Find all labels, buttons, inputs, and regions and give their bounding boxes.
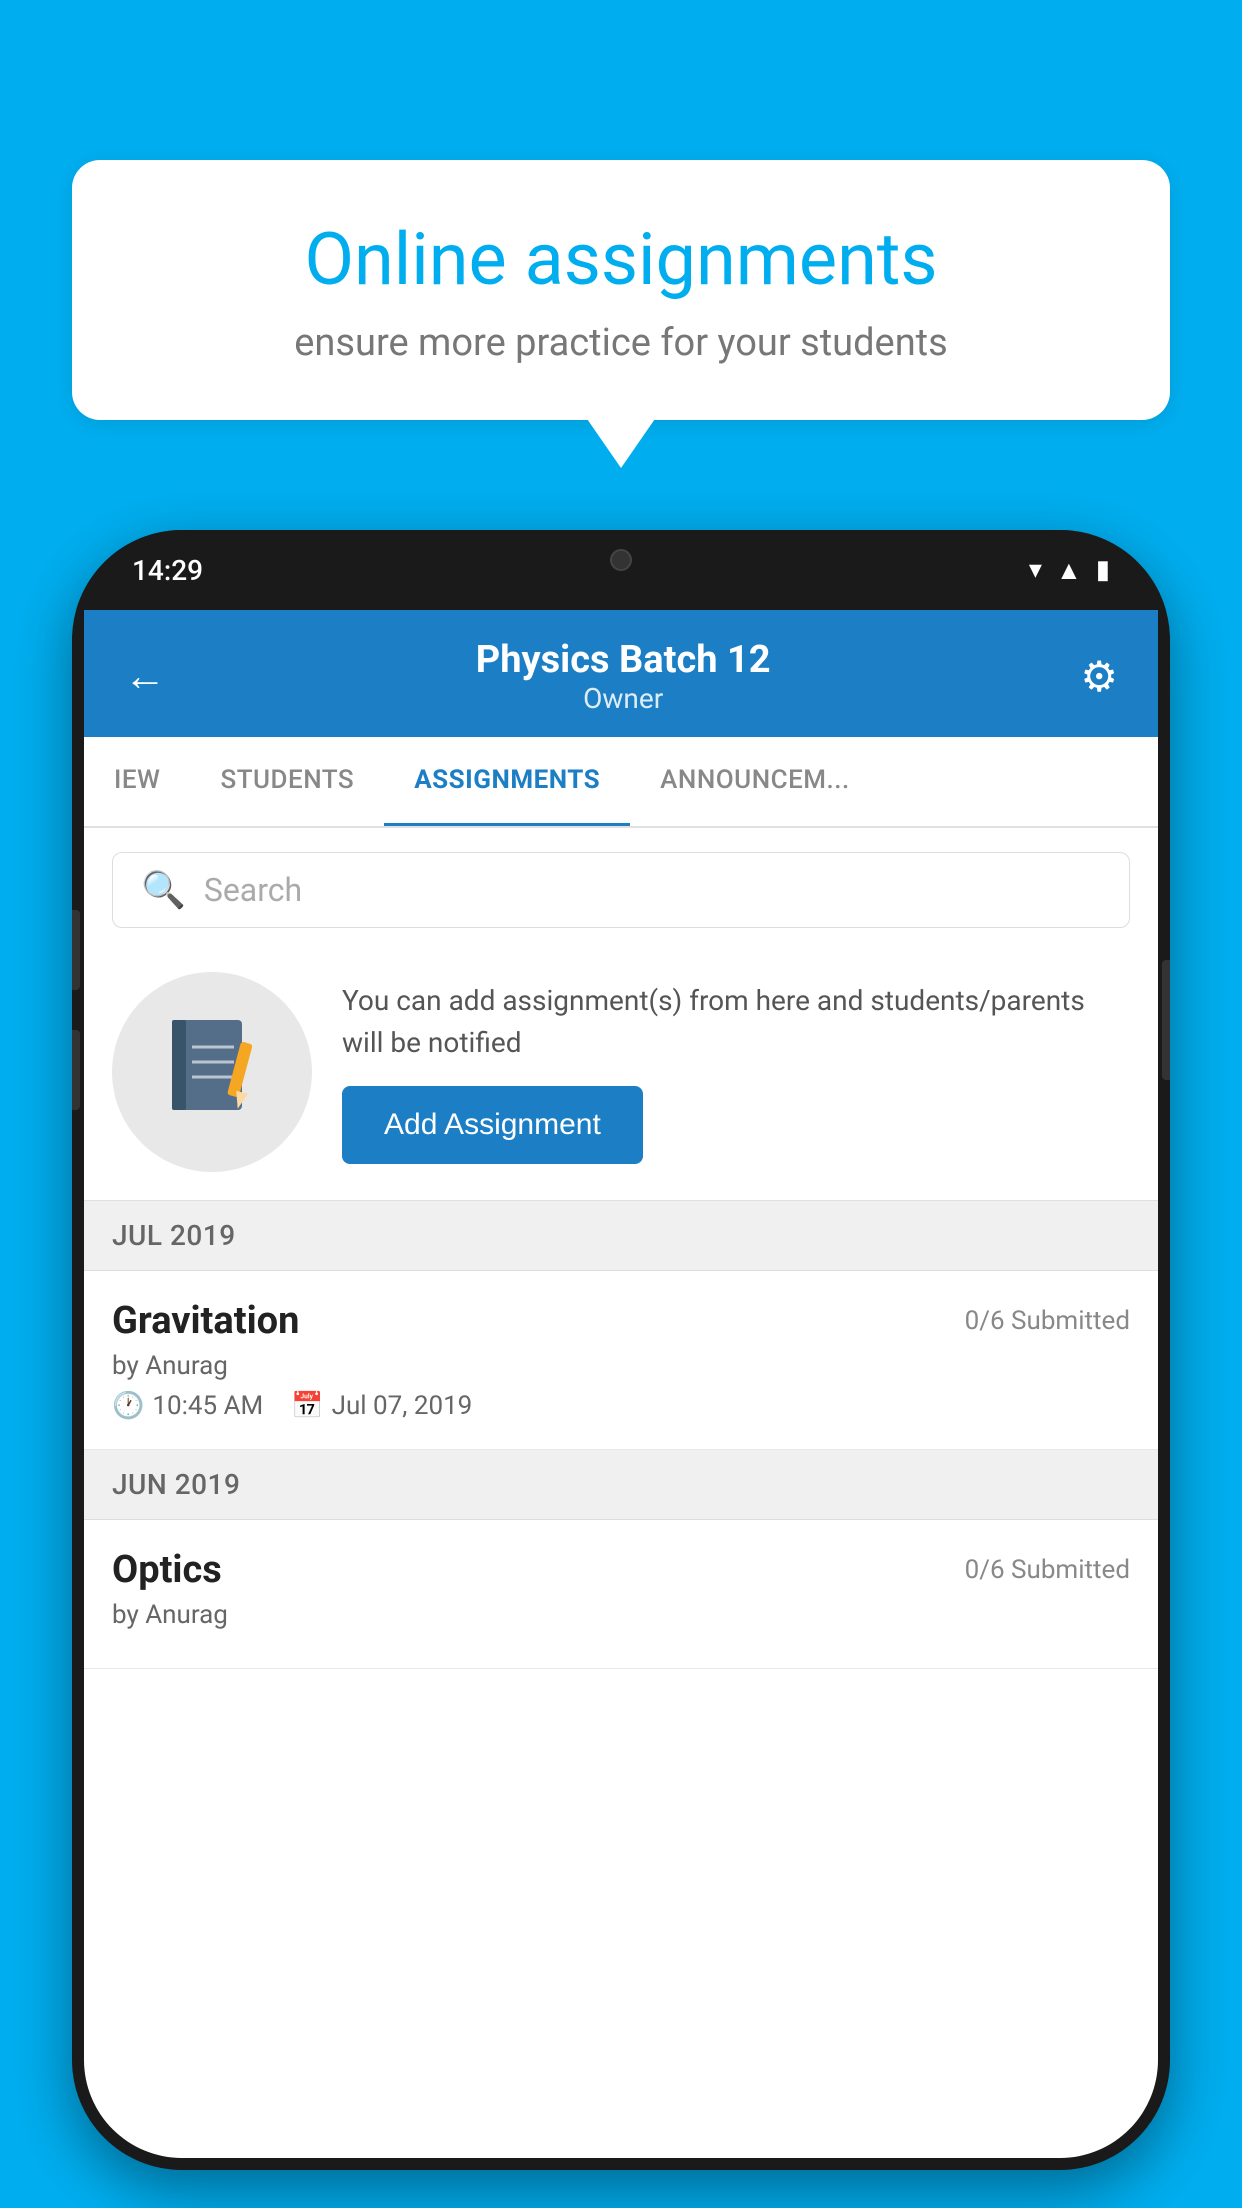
back-button[interactable]: ← bbox=[124, 652, 166, 701]
tab-assignments[interactable]: ASSIGNMENTS bbox=[384, 737, 630, 826]
phone-notch bbox=[531, 530, 711, 590]
speech-bubble: Online assignments ensure more practice … bbox=[72, 160, 1170, 420]
content-area: 🔍 Search bbox=[84, 828, 1158, 2158]
tab-students[interactable]: STUDENTS bbox=[190, 737, 384, 826]
assignment-date-value: Jul 07, 2019 bbox=[332, 1391, 473, 1421]
battery-icon: ▮ bbox=[1096, 555, 1110, 585]
assignment-submitted: 0/6 Submitted bbox=[965, 1306, 1130, 1336]
phone-frame: 14:29 ▾ ▲ ▮ ← Physics Batch 12 Owner ⚙ I… bbox=[72, 530, 1170, 2170]
assignment-row-top-optics: Optics 0/6 Submitted bbox=[112, 1548, 1130, 1592]
promo-icon-circle bbox=[112, 972, 312, 1172]
add-assignment-button[interactable]: Add Assignment bbox=[342, 1086, 643, 1164]
header-center: Physics Batch 12 Owner bbox=[166, 638, 1080, 715]
assignment-item-gravitation[interactable]: Gravitation 0/6 Submitted by Anurag 🕐 10… bbox=[84, 1271, 1158, 1450]
tabs-container: IEW STUDENTS ASSIGNMENTS ANNOUNCEM... bbox=[84, 737, 1158, 828]
calendar-icon: 📅 bbox=[291, 1391, 323, 1421]
signal-icon: ▲ bbox=[1056, 555, 1082, 586]
status-icons: ▾ ▲ ▮ bbox=[1029, 555, 1110, 586]
phone-screen: ← Physics Batch 12 Owner ⚙ IEW STUDENTS … bbox=[84, 610, 1158, 2158]
assignment-name-optics: Optics bbox=[112, 1548, 222, 1592]
assignment-time-value: 10:45 AM bbox=[152, 1391, 263, 1421]
assignment-meta: 🕐 10:45 AM 📅 Jul 07, 2019 bbox=[112, 1391, 1130, 1421]
assignment-item-optics[interactable]: Optics 0/6 Submitted by Anurag bbox=[84, 1520, 1158, 1669]
assignment-time: 🕐 10:45 AM bbox=[112, 1391, 263, 1421]
speech-bubble-container: Online assignments ensure more practice … bbox=[72, 160, 1170, 420]
assignment-by: by Anurag bbox=[112, 1351, 1130, 1381]
power-button bbox=[1162, 960, 1170, 1080]
tab-iew[interactable]: IEW bbox=[84, 737, 190, 826]
month-header-jun: JUN 2019 bbox=[84, 1450, 1158, 1520]
status-time: 14:29 bbox=[132, 554, 203, 587]
settings-icon[interactable]: ⚙ bbox=[1080, 652, 1118, 702]
bubble-title: Online assignments bbox=[142, 220, 1100, 299]
assignment-date: 📅 Jul 07, 2019 bbox=[291, 1391, 472, 1421]
search-placeholder: Search bbox=[204, 871, 302, 909]
header-subtitle: Owner bbox=[166, 682, 1080, 715]
clock-icon: 🕐 bbox=[112, 1391, 144, 1421]
search-bar[interactable]: 🔍 Search bbox=[112, 852, 1130, 928]
promo-section: You can add assignment(s) from here and … bbox=[84, 952, 1158, 1201]
camera-dot bbox=[610, 549, 632, 571]
assignment-row-top: Gravitation 0/6 Submitted bbox=[112, 1299, 1130, 1343]
status-bar: 14:29 ▾ ▲ ▮ bbox=[72, 530, 1170, 610]
assignment-by-optics: by Anurag bbox=[112, 1600, 1130, 1630]
tab-announcements[interactable]: ANNOUNCEM... bbox=[630, 737, 880, 826]
app-header: ← Physics Batch 12 Owner ⚙ bbox=[84, 610, 1158, 737]
assignment-name: Gravitation bbox=[112, 1299, 299, 1343]
search-icon: 🔍 bbox=[141, 869, 186, 911]
volume-down-button bbox=[72, 1030, 80, 1110]
wifi-icon: ▾ bbox=[1029, 555, 1042, 585]
promo-content: You can add assignment(s) from here and … bbox=[342, 980, 1130, 1164]
header-title: Physics Batch 12 bbox=[166, 638, 1080, 682]
notebook-svg-icon bbox=[162, 1012, 262, 1132]
promo-text: You can add assignment(s) from here and … bbox=[342, 980, 1130, 1064]
volume-up-button bbox=[72, 910, 80, 990]
month-header-jul: JUL 2019 bbox=[84, 1201, 1158, 1271]
assignment-submitted-optics: 0/6 Submitted bbox=[965, 1555, 1130, 1585]
bubble-subtitle: ensure more practice for your students bbox=[142, 321, 1100, 365]
